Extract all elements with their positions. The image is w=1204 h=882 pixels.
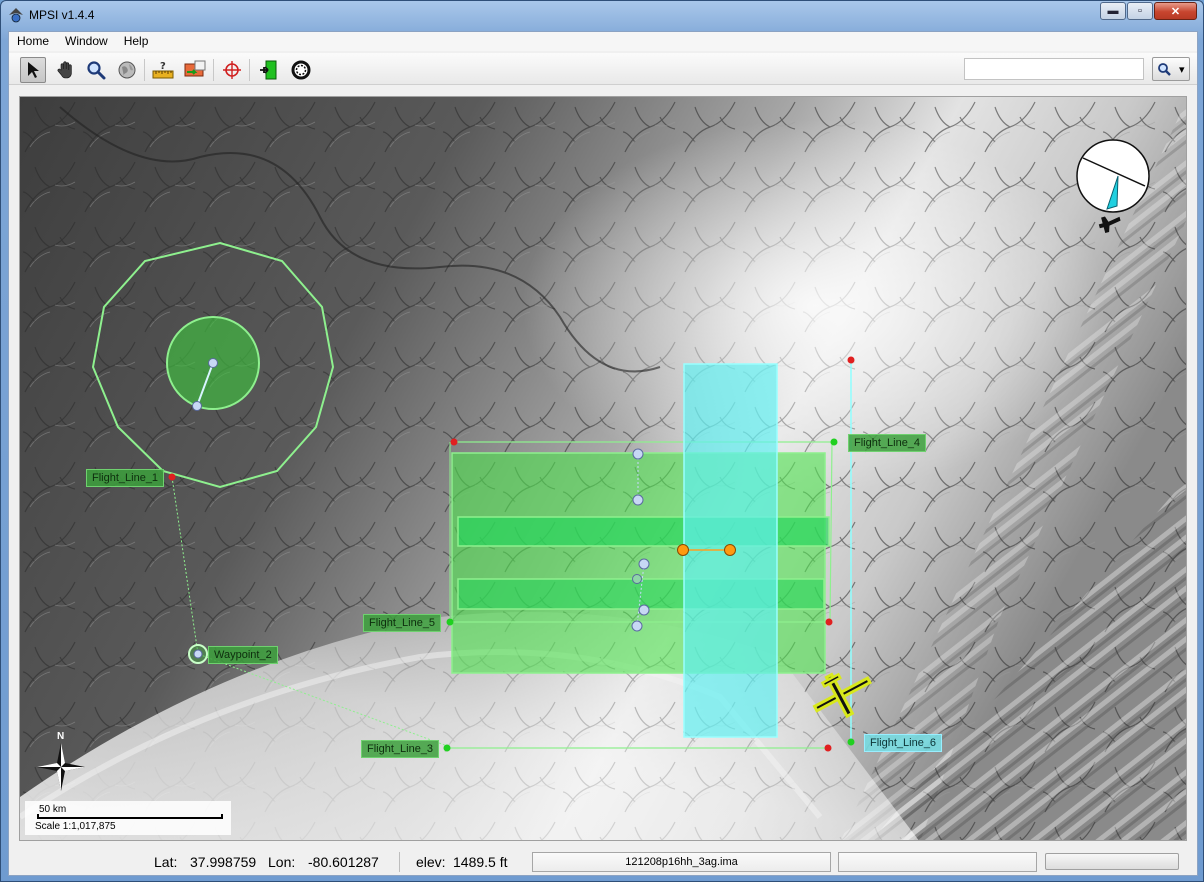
map-view[interactable]: N Flight_Line_1 Flight_Line_3 Flight_Lin… (19, 96, 1187, 841)
terrain-map-canvas[interactable]: N (20, 97, 1187, 841)
flight-line-4-label[interactable]: Flight_Line_4 (848, 434, 927, 452)
status-filename: 121208p16hh_3ag.ima (532, 852, 831, 872)
app-logo-icon (9, 8, 23, 23)
lon-value: -80.601287 (308, 854, 379, 870)
menu-bar: Home Window Help (9, 32, 1197, 51)
progress-bar (1045, 853, 1179, 870)
status-bar: Lat: 37.998759 Lon: -80.601287 elev: 148… (9, 849, 1197, 875)
rotation-handle[interactable] (677, 544, 689, 556)
globe-icon[interactable] (114, 57, 140, 83)
lat-value: 37.998759 (190, 854, 257, 870)
app-window: MPSI v1.4.4 ▬ ▫ ✕ Home Window Help ? ▾ N… (0, 0, 1204, 882)
scale-ratio: Scale 1:1,017,875 (35, 821, 116, 832)
zoom-magnifier-icon[interactable] (83, 57, 109, 83)
search-button[interactable]: ▾ (1152, 57, 1190, 81)
waypoint-handle[interactable] (208, 358, 218, 368)
scale-bar-graphic (37, 814, 223, 819)
flight-line-3-label[interactable]: Flight_Line_3 (361, 740, 440, 758)
search-input[interactable] (964, 58, 1144, 80)
elev-label: elev: (416, 854, 446, 870)
rotation-handle[interactable] (724, 544, 736, 556)
waypoint-handle[interactable] (192, 401, 202, 411)
toolbar: ? ▾ (9, 53, 1197, 85)
camera-import-icon[interactable] (182, 57, 208, 83)
search-icon (1158, 63, 1171, 76)
window-title: MPSI v1.4.4 (29, 8, 95, 22)
waypoint-2-label[interactable]: Waypoint_2 (208, 646, 278, 664)
select-arrow-icon[interactable] (20, 57, 46, 83)
menu-help[interactable]: Help (116, 32, 157, 51)
menu-window[interactable]: Window (57, 32, 116, 51)
lat-label: Lat: (154, 854, 178, 870)
svg-text:?: ? (160, 61, 166, 72)
flight-line-5-label[interactable]: Flight_Line_5 (363, 614, 442, 632)
chevron-down-icon[interactable]: ▾ (1179, 63, 1185, 76)
main-client-area: Home Window Help ? ▾ N Flight_Line_1 Fli… (8, 31, 1198, 876)
flight-line-1-label[interactable]: Flight_Line_1 (86, 469, 165, 487)
status-field (838, 852, 1037, 872)
scale-bar: 50 km Scale 1:1,017,875 (25, 801, 231, 835)
title-bar[interactable]: MPSI v1.4.4 ▬ ▫ ✕ (1, 1, 1203, 29)
crosshair-target-icon[interactable] (219, 57, 245, 83)
lon-label: Lon: (268, 854, 296, 870)
flight-line-6-label[interactable]: Flight_Line_6 (864, 734, 943, 752)
circle-waypoint-icon[interactable] (288, 57, 314, 83)
close-button[interactable]: ✕ (1154, 2, 1197, 20)
measure-ruler-icon[interactable]: ? (150, 57, 176, 83)
north-label: N (57, 731, 64, 742)
elev-value: 1489.5 ft (453, 854, 508, 870)
maximize-button[interactable]: ▫ (1127, 2, 1153, 20)
aircraft-export-icon[interactable] (255, 57, 281, 83)
pan-hand-icon[interactable] (53, 57, 79, 83)
minimize-button[interactable]: ▬ (1100, 2, 1126, 20)
menu-home[interactable]: Home (9, 32, 57, 51)
